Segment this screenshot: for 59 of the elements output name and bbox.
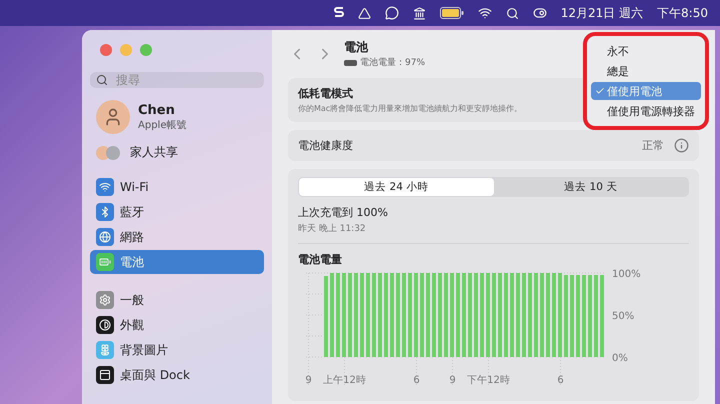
sidebar-item[interactable]: 網路: [90, 225, 264, 249]
sidebar-item[interactable]: 藍牙: [90, 200, 264, 224]
setting-title: 低耗電模式: [298, 86, 353, 101]
family-sharing-item[interactable]: 家人共享: [130, 144, 178, 161]
sidebar-item-label: 桌面與 Dock: [120, 366, 190, 384]
page-title: 電池: [344, 39, 369, 56]
toggle-icon[interactable]: [532, 6, 547, 20]
battery-icon[interactable]: [440, 7, 464, 19]
sidebar-item[interactable]: 外觀: [90, 313, 264, 337]
axis-label: 0%: [612, 353, 628, 364]
last-charge-time: 昨天 晚上 11:32: [298, 222, 689, 244]
bank-icon[interactable]: [412, 6, 426, 20]
triangle-icon[interactable]: [358, 6, 371, 20]
sidebar-item[interactable]: 一般: [90, 288, 264, 312]
check-icon: [595, 86, 605, 96]
wifi-icon[interactable]: [478, 6, 492, 20]
sidebar-item-label: 電池: [120, 254, 144, 270]
axis-label: 6: [413, 375, 420, 386]
sidebar-item[interactable]: 桌面與 Dock: [90, 363, 264, 387]
sidebar-item[interactable]: 背景圖片: [90, 338, 264, 362]
axis-label: 9: [449, 375, 456, 386]
sidebar-item-label: 背景圖片: [120, 342, 168, 358]
axis-label: 下午12時: [467, 375, 510, 386]
axis-label: 上午12時: [323, 375, 366, 386]
sidebar-item-label: Wi-Fi: [120, 180, 149, 194]
health-status: 正常: [642, 138, 664, 153]
setting-title: 電池健康度: [298, 138, 353, 153]
axis-label: 6: [557, 375, 564, 386]
search-icon[interactable]: [506, 6, 519, 20]
menu-bar-time[interactable]: 下午8:50: [657, 4, 708, 22]
menu-item[interactable]: 總是: [591, 62, 701, 80]
battery-icon: [344, 60, 357, 66]
sidebar-item-label: 藍牙: [120, 204, 144, 220]
setting-description: 你的Mac將會降低電力用量來增加電池續航力和更安靜地操作。: [298, 103, 522, 114]
axis-label: 100%: [612, 269, 641, 280]
axis-label: 50%: [612, 311, 634, 322]
search-field[interactable]: 搜尋: [90, 72, 264, 88]
s-logo-icon[interactable]: [334, 6, 344, 20]
chart-title: 電池電量: [298, 252, 343, 267]
axis-label: 9: [305, 375, 312, 386]
tab[interactable]: 過去 24 小時: [299, 178, 494, 196]
chat-bubble-icon[interactable]: [384, 6, 399, 20]
avatar[interactable]: [96, 100, 130, 134]
menu-bar-date[interactable]: 12月21日 週六: [560, 4, 644, 22]
search-icon: [96, 74, 108, 86]
sidebar-item-label: 外觀: [120, 316, 144, 334]
search-input[interactable]: 搜尋: [114, 72, 234, 88]
sidebar-item[interactable]: 電池: [90, 250, 264, 274]
battery-level-text: 電池電量：97%: [360, 56, 426, 69]
menu-item[interactable]: 永不: [591, 42, 701, 60]
tab[interactable]: 過去 10 天: [494, 178, 688, 196]
last-charge-title: 上次充電到 100%: [298, 205, 389, 220]
info-icon[interactable]: [674, 138, 689, 153]
menu-item[interactable]: 僅使用電源轉接器: [591, 102, 701, 120]
sidebar-item-label: 一般: [120, 292, 144, 308]
sidebar-item[interactable]: Wi-Fi: [90, 175, 264, 199]
account-subtitle: Apple帳號: [138, 118, 186, 132]
sidebar-item-label: 網路: [120, 228, 144, 246]
account-name[interactable]: Chen: [138, 102, 186, 118]
